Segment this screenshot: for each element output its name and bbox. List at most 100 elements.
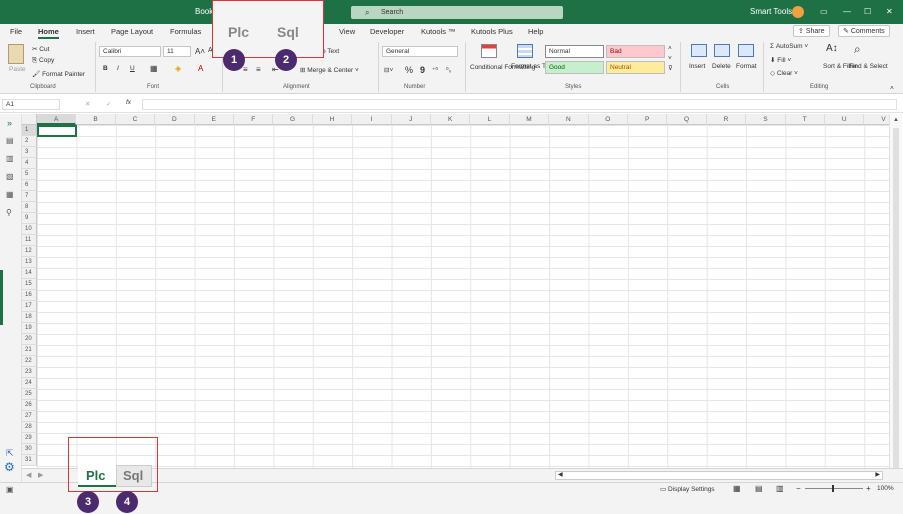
insert-button[interactable]: Insert bbox=[689, 63, 705, 70]
row-header[interactable]: 20 bbox=[22, 334, 37, 345]
column-header[interactable]: H bbox=[312, 114, 353, 125]
zoom-out-icon[interactable]: − bbox=[796, 484, 801, 493]
row-header[interactable]: 7 bbox=[22, 191, 37, 202]
fill-button[interactable]: ⬇ Fill ˅ bbox=[770, 56, 791, 64]
row-header[interactable]: 19 bbox=[22, 323, 37, 334]
row-header[interactable]: 5 bbox=[22, 169, 37, 180]
row-header[interactable]: 9 bbox=[22, 213, 37, 224]
menu-formulas[interactable]: Formulas bbox=[170, 26, 201, 37]
column-header[interactable]: F bbox=[234, 114, 274, 125]
worksheet-grid[interactable]: ABCDEFGHIJKLMNOPQRSTUV 1 2 3 4 5 6 7 8 9 10 11 12 13… bbox=[22, 114, 890, 468]
column-header[interactable]: P bbox=[628, 114, 668, 125]
column-header[interactable]: O bbox=[588, 114, 628, 125]
number-format-select[interactable]: General bbox=[382, 46, 458, 57]
zoom-in-icon[interactable]: + bbox=[866, 484, 871, 493]
row-header[interactable]: 4 bbox=[22, 158, 37, 169]
column-header[interactable]: J bbox=[391, 114, 431, 125]
row-header[interactable]: 14 bbox=[22, 268, 37, 279]
row-header[interactable]: 10 bbox=[22, 224, 37, 235]
increase-decimal-icon[interactable]: ⁺⁰ bbox=[432, 66, 438, 74]
find-select-button[interactable]: Find & Select bbox=[849, 63, 888, 70]
style-normal[interactable]: Normal bbox=[545, 45, 604, 58]
menu-page-layout[interactable]: Page Layout bbox=[111, 26, 153, 37]
row-header[interactable]: 30 bbox=[22, 444, 37, 455]
name-manager-icon[interactable]: ▧ bbox=[6, 172, 14, 181]
avatar[interactable] bbox=[792, 6, 804, 18]
menu-kutools-plus[interactable]: Kutools Plus bbox=[471, 26, 513, 37]
workbook-sheets-icon[interactable]: ▤ bbox=[6, 136, 14, 145]
prev-sheet-icon[interactable]: ◀ bbox=[26, 471, 31, 479]
row-header[interactable]: 31 bbox=[22, 455, 37, 466]
fill-color-icon[interactable]: ◈ bbox=[175, 64, 181, 73]
enter-entry-icon[interactable]: ✓ bbox=[106, 100, 111, 108]
row-header[interactable]: 23 bbox=[22, 367, 37, 378]
wrap-text-button[interactable]: p Text bbox=[322, 48, 339, 55]
styles-gallery-scroll-icon[interactable]: ˄ ˅ ⊽ bbox=[668, 44, 673, 74]
menu-view[interactable]: View bbox=[339, 26, 355, 37]
maximize-icon[interactable]: ☐ bbox=[864, 0, 871, 24]
style-good[interactable]: Good bbox=[545, 61, 604, 74]
sheet-tab-plc[interactable]: Plc bbox=[78, 465, 116, 487]
row-header[interactable]: 6 bbox=[22, 180, 37, 191]
cell-gridlines[interactable] bbox=[37, 125, 890, 468]
column-header[interactable]: S bbox=[746, 114, 786, 125]
row-header[interactable]: 22 bbox=[22, 356, 37, 367]
currency-icon[interactable]: ⊟˅ bbox=[384, 66, 393, 74]
column-header[interactable]: N bbox=[549, 114, 589, 125]
find-replace-icon[interactable]: ⚲ bbox=[6, 208, 12, 217]
column-header[interactable]: C bbox=[115, 114, 156, 125]
column-header[interactable]: L bbox=[470, 114, 510, 125]
delete-cells-icon[interactable] bbox=[714, 44, 730, 57]
collapse-ribbon-icon[interactable]: ˄ bbox=[890, 85, 894, 92]
zoom-level[interactable]: 100% bbox=[877, 485, 894, 492]
borders-icon[interactable]: ▦ bbox=[150, 64, 158, 73]
column-header[interactable]: I bbox=[352, 114, 392, 125]
search-box[interactable]: ⌕ Search bbox=[351, 6, 563, 19]
column-header[interactable]: K bbox=[431, 114, 471, 125]
row-header[interactable]: 27 bbox=[22, 411, 37, 422]
scroll-right-icon[interactable]: ▶ bbox=[875, 471, 880, 478]
font-name-select[interactable]: Calibri bbox=[99, 46, 161, 57]
format-cells-icon[interactable] bbox=[738, 44, 754, 57]
column-header[interactable]: E bbox=[194, 114, 234, 125]
menu-help[interactable]: Help bbox=[528, 26, 543, 37]
row-header[interactable]: 11 bbox=[22, 235, 37, 246]
column-header[interactable]: A bbox=[37, 114, 77, 125]
row-header[interactable]: 29 bbox=[22, 433, 37, 444]
format-as-table-icon[interactable] bbox=[517, 44, 533, 58]
style-bad[interactable]: Bad bbox=[606, 45, 665, 58]
autosum-button[interactable]: Σ AutoSum ˅ bbox=[770, 43, 808, 50]
close-icon[interactable]: ✕ bbox=[886, 0, 893, 24]
copy-button[interactable]: ⎘ Copy bbox=[32, 57, 54, 65]
row-header[interactable]: 3 bbox=[22, 147, 37, 158]
popup-tab-sql[interactable]: Sql bbox=[277, 24, 299, 40]
zoom-slider[interactable] bbox=[805, 488, 863, 489]
zoom-slider-thumb[interactable] bbox=[832, 485, 834, 492]
formula-input[interactable] bbox=[142, 99, 897, 110]
sort-filter-icon[interactable]: A↕ bbox=[826, 43, 838, 54]
insert-function-button[interactable]: fx bbox=[126, 99, 131, 106]
clear-button[interactable]: ◇ Clear ˅ bbox=[770, 69, 798, 77]
format-button[interactable]: Format bbox=[736, 63, 757, 70]
row-header[interactable]: 17 bbox=[22, 301, 37, 312]
conditional-formatting-icon[interactable] bbox=[481, 44, 497, 58]
expand-pane-icon[interactable]: » bbox=[7, 118, 12, 128]
percent-button[interactable]: % bbox=[405, 65, 413, 75]
minimize-icon[interactable]: — bbox=[843, 0, 851, 24]
selected-cell-a1[interactable] bbox=[37, 125, 77, 137]
settings-gear-icon[interactable]: ⚙ bbox=[4, 460, 15, 474]
row-header[interactable]: 26 bbox=[22, 400, 37, 411]
paste-button[interactable]: Paste bbox=[9, 66, 26, 73]
row-header[interactable]: 13 bbox=[22, 257, 37, 268]
font-size-select[interactable]: 11 bbox=[163, 46, 191, 57]
row-header[interactable]: 24 bbox=[22, 378, 37, 389]
underline-button[interactable]: U bbox=[130, 65, 135, 72]
comma-button[interactable]: 9 bbox=[420, 65, 425, 75]
macro-record-icon[interactable]: ▣ bbox=[6, 485, 14, 494]
sheet-tab-sql[interactable]: Sql bbox=[116, 465, 152, 487]
row-header[interactable]: 16 bbox=[22, 290, 37, 301]
horizontal-scrollbar[interactable]: ◀ ▶ bbox=[555, 471, 883, 480]
comments-button[interactable]: ✎ Comments bbox=[838, 25, 890, 37]
menu-developer[interactable]: Developer bbox=[370, 26, 404, 37]
find-search-icon[interactable]: ⌕ bbox=[854, 42, 861, 57]
